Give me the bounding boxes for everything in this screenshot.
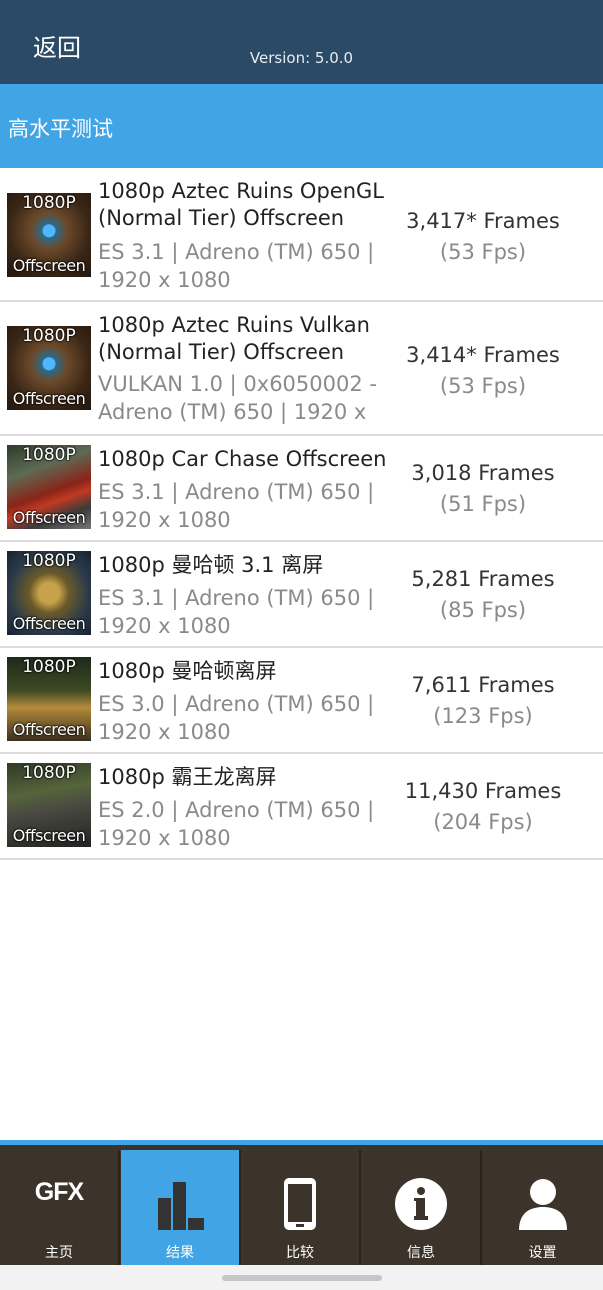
thumbnail-offscreen-label: Offscreen: [12, 389, 86, 408]
result-row[interactable]: 1080P Offscreen 1080p 霸王龙离屏 ES 2.0 | Adr…: [0, 754, 603, 860]
benchmark-details: ES 2.0 | Adreno (TM) 650 | 1920 x 1080: [98, 796, 398, 852]
version-text: Version: 5.0.0: [249, 49, 354, 67]
benchmark-title-line: 1080p 曼哈顿离屏: [98, 659, 277, 683]
bottom-tab-bar: GFX 主页 结果 比较 信息 设置: [0, 1140, 603, 1270]
tab-settings[interactable]: 设置: [482, 1150, 603, 1270]
benchmark-title: 1080p 曼哈顿 3.1 离屏: [98, 552, 398, 579]
benchmark-details-line: 1920 x 1080: [98, 720, 231, 744]
result-row[interactable]: 1080P Offscreen 1080p Aztec Ruins OpenGL…: [0, 168, 603, 302]
benchmark-title-line: 1080p Aztec Ruins Vulkan: [98, 313, 370, 337]
result-row[interactable]: 1080P Offscreen 1080p 曼哈顿 3.1 离屏 ES 3.1 …: [0, 542, 603, 648]
section-title: 高水平测试: [8, 117, 113, 141]
score-fps: (204 Fps): [433, 810, 533, 834]
thumbnail-offscreen-label: Offscreen: [12, 614, 86, 633]
benchmark-details-line: ES 2.0 | Adreno (TM) 650 |: [98, 798, 375, 822]
score-fps: (85 Fps): [439, 598, 527, 622]
benchmark-details: ES 3.1 | Adreno (TM) 650 | 1920 x 1080: [98, 584, 398, 640]
benchmark-details: ES 3.1 | Adreno (TM) 650 | 1920 x 1080: [98, 238, 398, 294]
benchmark-title-line: 1080p 霸王龙离屏: [98, 765, 277, 789]
benchmark-details-line: ES 3.1 | Adreno (TM) 650 |: [98, 240, 375, 264]
score-frames: 3,414* Frames: [406, 343, 560, 367]
benchmark-details-line: 1920 x 1080: [98, 614, 231, 638]
tab-info[interactable]: 信息: [362, 1150, 482, 1270]
benchmark-thumbnail: 1080P Offscreen: [7, 657, 91, 741]
version-label: Version: 5.0.0: [0, 49, 603, 67]
home-indicator[interactable]: [222, 1275, 382, 1281]
score-frames: 7,611 Frames: [411, 673, 555, 697]
gfx-logo-icon: GFX: [0, 1178, 118, 1207]
thumbnail-resolution-label: 1080P: [22, 193, 76, 213]
score-frames: 11,430 Frames: [404, 779, 562, 803]
benchmark-thumbnail: 1080P Offscreen: [7, 193, 91, 277]
thumbnail-resolution-label: 1080P: [22, 551, 76, 571]
score-fps: (51 Fps): [439, 492, 527, 516]
tab-compare[interactable]: 比较: [241, 1150, 361, 1270]
bar-chart-icon: [121, 1176, 239, 1236]
tab-label: 信息: [407, 1245, 435, 1261]
section-header: 高水平测试: [0, 84, 603, 168]
phone-icon: [241, 1176, 359, 1236]
benchmark-title-line: (Normal Tier) Offscreen: [98, 206, 345, 230]
benchmark-title-line: 1080p Aztec Ruins OpenGL: [98, 179, 384, 203]
top-bar: 返回 Version: 5.0.0: [0, 0, 603, 84]
score-fps: (123 Fps): [433, 704, 533, 728]
thumbnail-resolution-label: 1080P: [22, 763, 76, 783]
score-frames: 3,018 Frames: [411, 461, 555, 485]
thumbnail-resolution-label: 1080P: [22, 445, 76, 465]
benchmark-thumbnail: 1080P Offscreen: [7, 326, 91, 410]
score-fps: (53 Fps): [439, 240, 527, 264]
benchmark-title: 1080p Aztec Ruins Vulkan (Normal Tier) O…: [98, 312, 398, 366]
thumbnail-resolution-label: 1080P: [22, 657, 76, 677]
benchmark-title-line: 1080p 曼哈顿 3.1 离屏: [98, 553, 324, 577]
benchmark-title: 1080p Car Chase Offscreen: [98, 446, 398, 473]
tab-label: 结果: [166, 1245, 194, 1261]
benchmark-details-line: Adreno (TM) 650 | 1920 x: [98, 400, 367, 424]
thumbnail-offscreen-label: Offscreen: [12, 256, 86, 275]
benchmark-details-line: ES 3.1 | Adreno (TM) 650 |: [98, 480, 375, 504]
benchmark-details-line: VULKAN 1.0 | 0x6050002 -: [98, 372, 377, 396]
score-frames: 3,417* Frames: [406, 209, 560, 233]
thumbnail-offscreen-label: Offscreen: [12, 508, 86, 527]
results-list: 1080P Offscreen 1080p Aztec Ruins OpenGL…: [0, 168, 603, 860]
thumbnail-offscreen-label: Offscreen: [12, 826, 86, 845]
gfx-logo-text: GFX: [34, 1178, 84, 1206]
benchmark-title-line: 1080p Car Chase Offscreen: [98, 447, 387, 471]
thumbnail-resolution-label: 1080P: [22, 326, 76, 346]
benchmark-thumbnail: 1080P Offscreen: [7, 551, 91, 635]
benchmark-details-line: ES 3.0 | Adreno (TM) 650 |: [98, 692, 375, 716]
tab-home[interactable]: GFX 主页: [0, 1150, 120, 1270]
benchmark-details: ES 3.1 | Adreno (TM) 650 | 1920 x 1080: [98, 478, 398, 534]
benchmark-title: 1080p 霸王龙离屏: [98, 764, 398, 791]
benchmark-title: 1080p 曼哈顿离屏: [98, 658, 398, 685]
score-fps: (53 Fps): [439, 374, 527, 398]
benchmark-thumbnail: 1080P Offscreen: [7, 445, 91, 529]
benchmark-title-line: (Normal Tier) Offscreen: [98, 340, 345, 364]
benchmark-details: ES 3.0 | Adreno (TM) 650 | 1920 x 1080: [98, 690, 398, 746]
score-frames: 5,281 Frames: [411, 567, 555, 591]
benchmark-details-line: 1920 x 1080: [98, 268, 231, 292]
benchmark-details: VULKAN 1.0 | 0x6050002 - Adreno (TM) 650…: [98, 370, 398, 426]
result-row[interactable]: 1080P Offscreen 1080p Aztec Ruins Vulkan…: [0, 302, 603, 436]
benchmark-details-line: 1920 x 1080: [98, 826, 231, 850]
tab-results[interactable]: 结果: [121, 1150, 241, 1270]
benchmark-thumbnail: 1080P Offscreen: [7, 763, 91, 847]
tab-label: 比较: [286, 1245, 314, 1261]
info-icon: [362, 1176, 480, 1236]
tab-label: 设置: [528, 1245, 557, 1261]
benchmark-title: 1080p Aztec Ruins OpenGL (Normal Tier) O…: [98, 178, 398, 232]
result-row[interactable]: 1080P Offscreen 1080p Car Chase Offscree…: [0, 436, 603, 542]
user-icon: [482, 1176, 603, 1236]
thumbnail-offscreen-label: Offscreen: [12, 720, 86, 739]
tab-label: 主页: [45, 1245, 73, 1261]
benchmark-details-line: 1920 x 1080: [98, 508, 231, 532]
benchmark-details-line: ES 3.1 | Adreno (TM) 650 |: [98, 586, 375, 610]
result-row[interactable]: 1080P Offscreen 1080p 曼哈顿离屏 ES 3.0 | Adr…: [0, 648, 603, 754]
